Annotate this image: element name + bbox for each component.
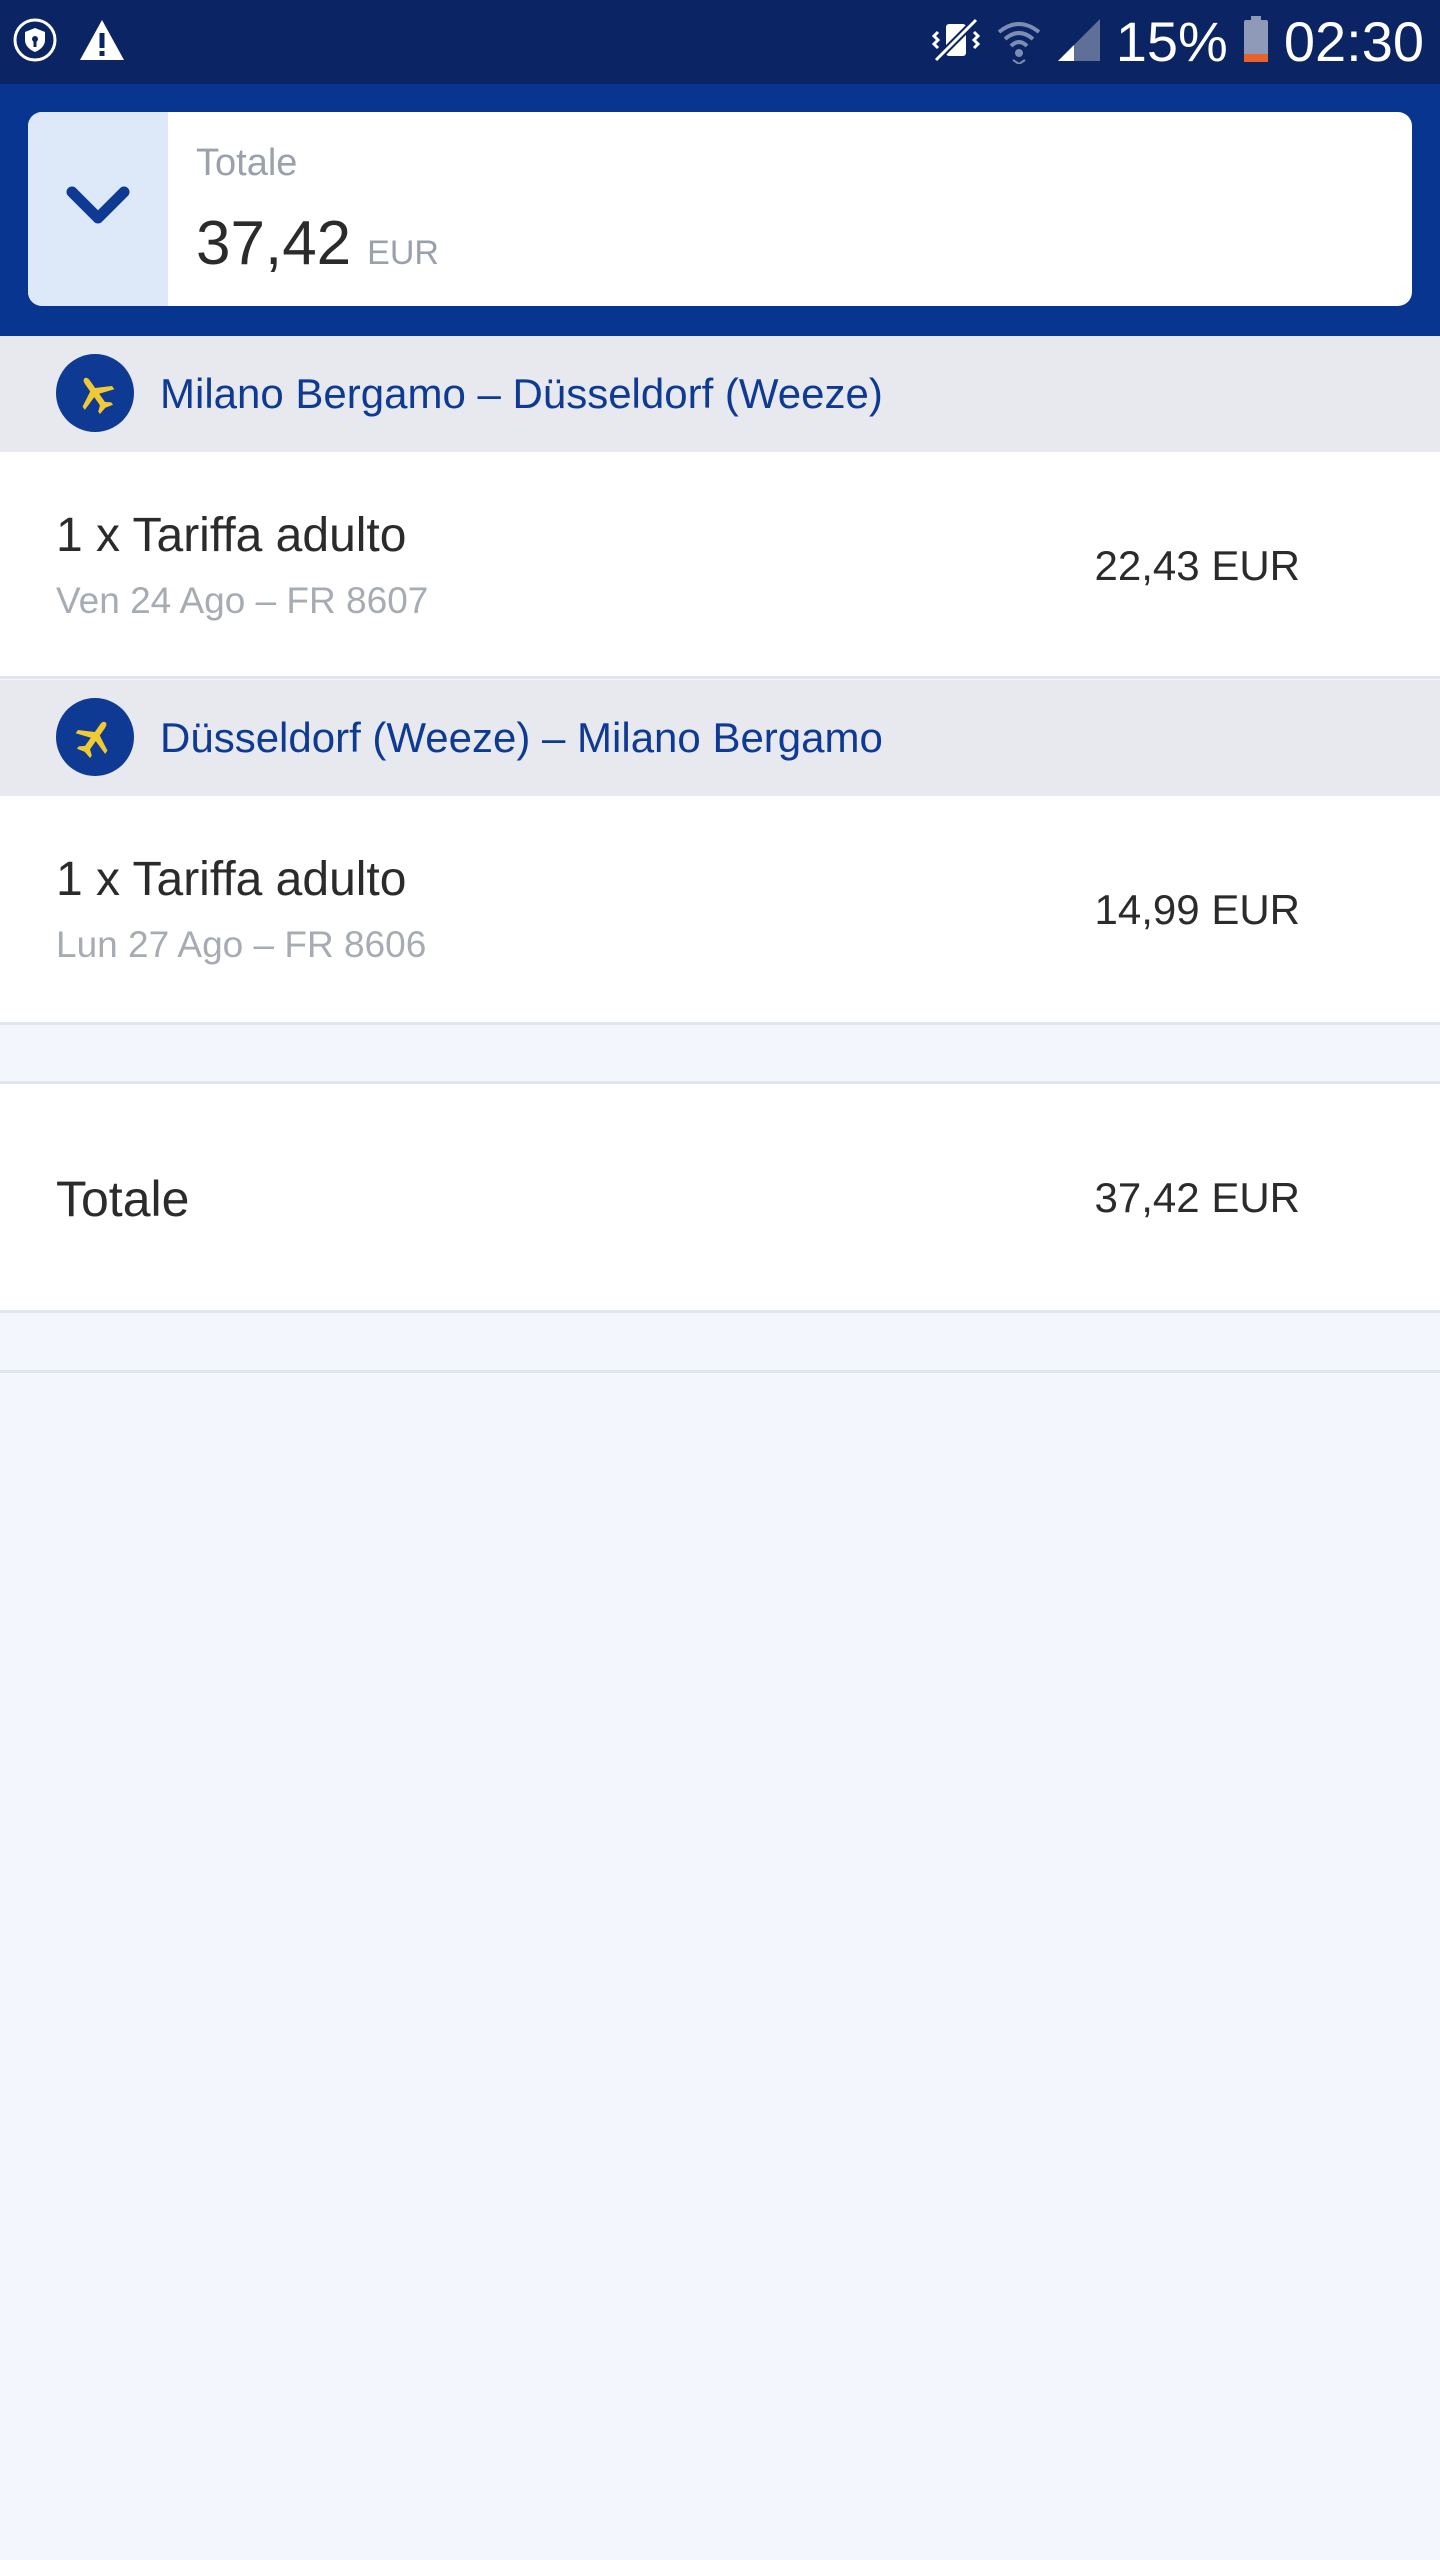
flight-route-return: Düsseldorf (Weeze) – Milano Bergamo bbox=[160, 714, 883, 761]
clock: 02:30 bbox=[1283, 10, 1424, 73]
summary-label: Totale bbox=[196, 142, 298, 184]
total-summary-card[interactable]: Totale 37,42 EUR bbox=[28, 112, 1412, 306]
shield-notification-icon bbox=[12, 17, 58, 68]
wifi-icon bbox=[996, 16, 1042, 69]
summary-amount: 37,42 EUR bbox=[196, 208, 439, 279]
price-summary-header: Totale 37,42 EUR bbox=[0, 84, 1440, 336]
vibrate-mute-icon bbox=[930, 16, 982, 69]
total-row: Totale 37,42 EUR bbox=[0, 1084, 1440, 1310]
summary-amount-currency: EUR bbox=[367, 234, 439, 272]
divider bbox=[0, 676, 1440, 679]
status-bar: 15% 02:30 bbox=[0, 0, 1440, 84]
fare-price: 22,43 EUR bbox=[1094, 542, 1300, 589]
fare-title: 1 x Tariffa adulto bbox=[56, 853, 407, 906]
warning-icon bbox=[78, 18, 126, 67]
flight-route-outbound: Milano Bergamo – Düsseldorf (Weeze) bbox=[160, 370, 883, 417]
battery-percent: 15% bbox=[1115, 10, 1228, 73]
flight-header-outbound: Milano Bergamo – Düsseldorf (Weeze) bbox=[0, 336, 1440, 452]
total-label: Totale bbox=[56, 1171, 190, 1227]
divider bbox=[0, 1370, 1440, 1373]
expand-toggle-button[interactable] bbox=[28, 112, 168, 306]
fare-row-outbound: 1 x Tariffa adulto Ven 24 Ago – FR 8607 … bbox=[0, 452, 1440, 678]
plane-icon bbox=[56, 698, 134, 776]
fare-details: Lun 27 Ago – FR 8606 bbox=[56, 924, 427, 965]
fare-row-return: 1 x Tariffa adulto Lun 27 Ago – FR 8606 … bbox=[0, 796, 1440, 1022]
fare-price: 14,99 EUR bbox=[1094, 886, 1300, 933]
status-right-icons: 15% 02:30 bbox=[930, 10, 1424, 74]
divider bbox=[0, 1310, 1440, 1313]
summary-amount-value: 37,42 bbox=[196, 209, 352, 278]
status-left-icons bbox=[12, 18, 126, 66]
signal-icon bbox=[1056, 17, 1102, 68]
plane-icon bbox=[56, 354, 134, 432]
battery-icon bbox=[1242, 15, 1270, 69]
divider bbox=[0, 1022, 1440, 1025]
chevron-down-icon bbox=[66, 186, 130, 224]
flight-header-return: Düsseldorf (Weeze) – Milano Bergamo bbox=[0, 680, 1440, 796]
fare-details: Ven 24 Ago – FR 8607 bbox=[56, 580, 429, 621]
fare-title: 1 x Tariffa adulto bbox=[56, 509, 407, 562]
total-value: 37,42 EUR bbox=[1094, 1174, 1300, 1221]
